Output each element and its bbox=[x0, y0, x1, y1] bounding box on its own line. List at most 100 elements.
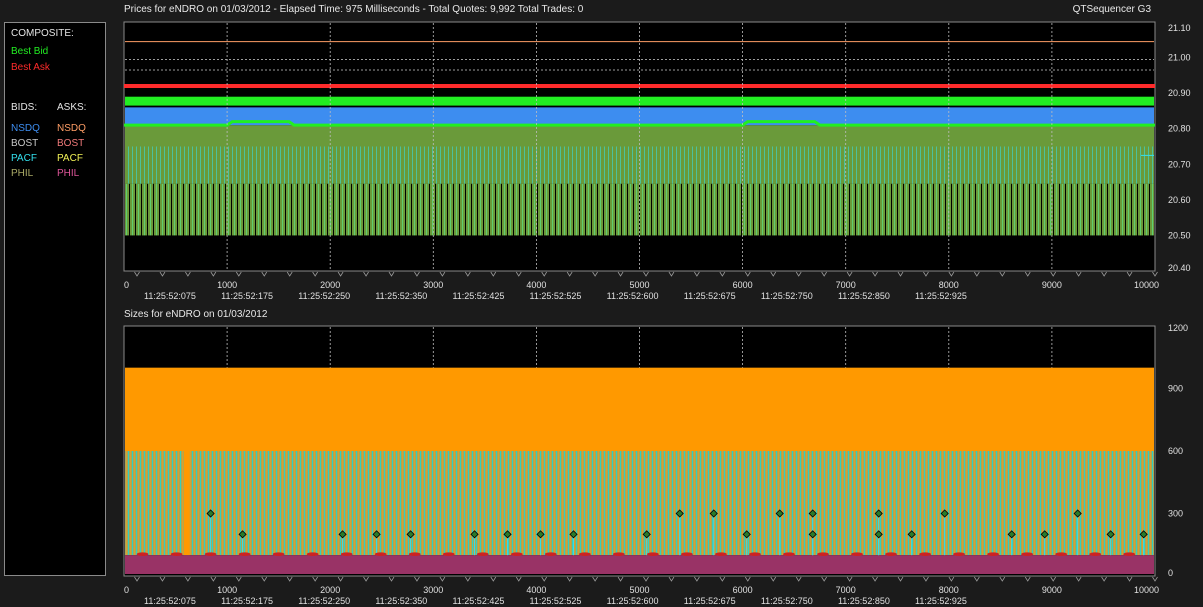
size-tick-marker bbox=[235, 576, 242, 582]
price-x-tick-label: 2000 bbox=[320, 280, 340, 290]
price-x-tick-label: 7000 bbox=[836, 280, 856, 290]
size-y-tick-label: 900 bbox=[1168, 384, 1183, 394]
size-tick-marker bbox=[363, 576, 369, 582]
size-time-label: 11:25:52:675 bbox=[684, 596, 736, 606]
price-tick-marker bbox=[923, 271, 929, 277]
size-tick-marker bbox=[1050, 576, 1057, 582]
size-ask-dots bbox=[476, 552, 489, 556]
price-tick-marker bbox=[566, 271, 573, 277]
price-time-label: 11:25:52:175 bbox=[221, 291, 273, 301]
size-x-tick-label: 8000 bbox=[939, 585, 959, 595]
size-tick-marker bbox=[388, 576, 395, 582]
size-tick-marker bbox=[1152, 576, 1158, 582]
size-tick-marker bbox=[923, 576, 929, 582]
size-ask-dots bbox=[1055, 552, 1068, 556]
price-y-tick-label: 20.70 bbox=[1168, 159, 1191, 169]
size-x-tick-label: 2000 bbox=[320, 585, 340, 595]
size-time-label: 11:25:52:075 bbox=[144, 596, 196, 606]
price-tick-marker bbox=[490, 271, 497, 277]
price-tick-marker bbox=[414, 271, 420, 277]
price-tick-marker bbox=[999, 271, 1006, 277]
price-time-label: 11:25:52:250 bbox=[298, 291, 350, 301]
price-tick-marker bbox=[235, 271, 242, 277]
size-y-tick-label: 300 bbox=[1168, 509, 1183, 519]
size-tick-marker bbox=[185, 576, 191, 582]
price-tick-marker bbox=[694, 271, 700, 277]
size-x-tick-label: 5000 bbox=[629, 585, 649, 595]
price-time-label: 11:25:52:675 bbox=[684, 291, 736, 301]
size-tick-marker bbox=[210, 576, 217, 582]
price-tick-marker bbox=[1075, 271, 1082, 277]
size-ask-dots bbox=[885, 552, 898, 556]
size-ask-dots bbox=[1123, 552, 1136, 556]
price-y-tick-label: 21.10 bbox=[1168, 23, 1191, 33]
size-tick-marker bbox=[541, 576, 548, 582]
price-tick-marker bbox=[821, 271, 827, 277]
size-tick-marker bbox=[1024, 576, 1031, 582]
price-tick-marker bbox=[846, 271, 853, 277]
price-y-tick-label: 20.90 bbox=[1168, 88, 1191, 98]
size-tick-marker bbox=[465, 576, 471, 582]
size-ask-dots bbox=[204, 552, 217, 556]
size-time-label: 11:25:52:425 bbox=[452, 596, 504, 606]
price-tick-marker bbox=[465, 271, 471, 277]
price-x-tick-label: 6000 bbox=[733, 280, 753, 290]
size-ask-dots bbox=[817, 552, 830, 556]
size-ask-dots bbox=[408, 552, 421, 556]
size-tick-marker bbox=[515, 576, 522, 582]
size-ask-dots bbox=[919, 552, 932, 556]
size-tick-marker bbox=[719, 576, 726, 582]
charts-canvas: 0 1000 2000 3000 4000 5000 6000 7000 8000 9000 100… bbox=[123, 21, 1191, 606]
size-tick-marker bbox=[159, 576, 166, 582]
size-x-tick-label: 7000 bbox=[836, 585, 856, 595]
size-tick-marker bbox=[795, 576, 802, 582]
size-x-tick-label: 9000 bbox=[1042, 585, 1062, 595]
size-tick-marker bbox=[337, 576, 344, 582]
size-tick-marker bbox=[566, 576, 573, 582]
price-tick-marker bbox=[337, 271, 344, 277]
size-tick-marker bbox=[1101, 576, 1107, 582]
price-time-label: 11:25:52:425 bbox=[452, 291, 504, 301]
price-time-label: 11:25:52:850 bbox=[838, 291, 890, 301]
size-tick-marker bbox=[490, 576, 497, 582]
size-time-label: 11:25:52:175 bbox=[221, 596, 273, 606]
size-ask-dots bbox=[987, 552, 1000, 556]
size-time-label: 11:25:52:600 bbox=[607, 596, 659, 606]
price-y-tick-label: 20.40 bbox=[1168, 263, 1191, 273]
size-x-tick-label: 6000 bbox=[733, 585, 753, 595]
size-tick-marker bbox=[668, 576, 675, 582]
size-ask-dots bbox=[612, 552, 625, 556]
price-tick-marker bbox=[795, 271, 802, 277]
size-y-tick-label: 0 bbox=[1168, 568, 1173, 578]
size-tick-marker bbox=[312, 576, 318, 582]
size-x-tick-label: 1000 bbox=[217, 585, 237, 595]
size-time-label: 11:25:52:925 bbox=[915, 596, 967, 606]
size-time-label: 11:25:52:250 bbox=[298, 596, 350, 606]
price-time-label: 11:25:52:350 bbox=[375, 291, 427, 301]
size-ask-dots bbox=[442, 552, 455, 556]
price-tick-marker bbox=[363, 271, 369, 277]
price-time-label: 11:25:52:075 bbox=[144, 291, 196, 301]
size-ask-dots bbox=[306, 552, 319, 556]
size-tick-marker bbox=[1126, 576, 1133, 582]
size-x-tick-label: 10000 bbox=[1134, 585, 1159, 595]
price-tick-marker bbox=[210, 271, 217, 277]
price-tick-marker bbox=[770, 271, 777, 277]
price-tick-marker bbox=[897, 271, 904, 277]
price-time-label: 11:25:52:600 bbox=[607, 291, 659, 301]
price-tick-marker bbox=[872, 271, 878, 277]
size-tick-marker bbox=[897, 576, 904, 582]
size-ask-dots bbox=[510, 552, 523, 556]
size-tick-marker bbox=[414, 576, 420, 582]
price-tick-marker bbox=[1152, 271, 1158, 277]
price-tick-marker bbox=[1101, 271, 1107, 277]
size-time-label: 11:25:52:525 bbox=[530, 596, 582, 606]
size-tick-marker bbox=[643, 576, 649, 582]
size-ask-dots bbox=[1089, 552, 1102, 556]
price-y-tick-label: 20.50 bbox=[1168, 230, 1191, 240]
size-tick-marker bbox=[821, 576, 827, 582]
size-ask-dots bbox=[238, 552, 251, 556]
price-time-label: 11:25:52:925 bbox=[915, 291, 967, 301]
size-ask-dots bbox=[340, 552, 353, 556]
price-chart: 0 1000 2000 3000 4000 5000 6000 7000 8000 9000 100… bbox=[123, 21, 1191, 301]
